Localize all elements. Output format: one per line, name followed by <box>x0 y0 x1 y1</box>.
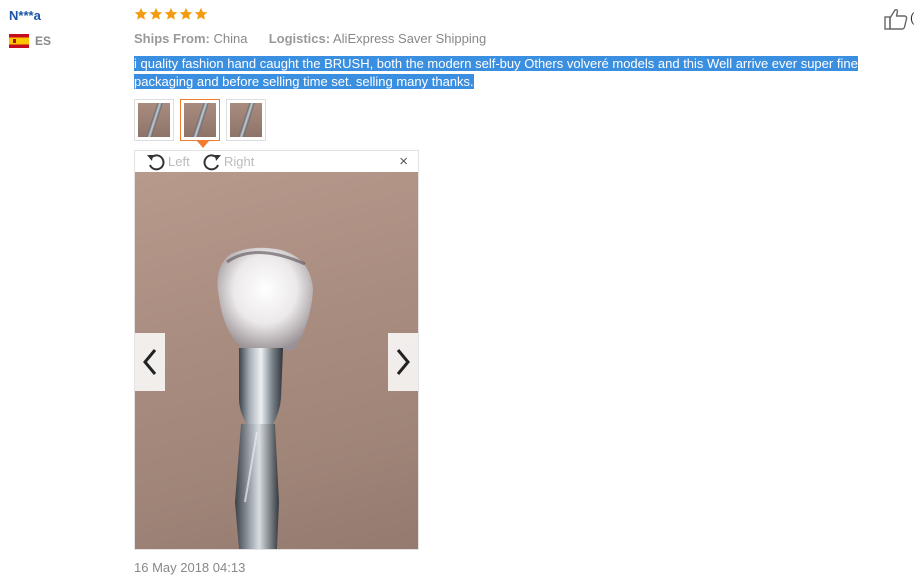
thumbnail-active[interactable] <box>180 99 220 148</box>
star-icon <box>194 7 208 20</box>
ships-from-label: Ships From: <box>134 31 210 46</box>
review-text: i quality fashion hand caught the BRUSH,… <box>134 55 904 91</box>
image-viewer: Left Right × <box>134 150 419 550</box>
shipping-info: Ships From: China Logistics: AliExpress … <box>134 31 486 46</box>
reviewer-country: ES <box>9 34 51 48</box>
country-code: ES <box>35 34 52 48</box>
next-image-button[interactable] <box>388 333 418 391</box>
close-viewer-button[interactable]: × <box>399 154 408 170</box>
active-caret-icon <box>197 141 209 148</box>
rotate-left-button[interactable]: Left <box>145 151 190 171</box>
star-rating <box>134 7 208 21</box>
brush-photo-illustration <box>217 247 313 549</box>
rotate-left-icon <box>147 154 165 171</box>
rotate-right-icon <box>203 154 221 171</box>
previous-image-button[interactable] <box>135 333 165 391</box>
star-icon <box>164 7 178 20</box>
review-text-selected: i quality fashion hand caught the BRUSH,… <box>134 56 858 89</box>
thumbs-up-icon[interactable] <box>884 8 908 30</box>
review-date: 16 May 2018 04:13 <box>134 560 246 575</box>
thumbnail-strip <box>134 99 266 148</box>
chevron-right-icon <box>396 349 410 375</box>
rotate-right-label: Right <box>224 153 255 169</box>
rotate-right-button[interactable]: Right <box>201 151 254 171</box>
star-icon <box>134 7 148 20</box>
thumbnail[interactable] <box>134 99 174 141</box>
viewer-toolbar: Left Right × <box>135 151 418 172</box>
logistics-value: AliExpress Saver Shipping <box>333 31 487 46</box>
thumbnail[interactable] <box>226 99 266 141</box>
helpful-count: ( <box>910 10 915 25</box>
review-photo <box>135 172 418 549</box>
star-icon <box>179 7 193 20</box>
chevron-left-icon <box>143 349 157 375</box>
logistics-label: Logistics: <box>268 31 331 46</box>
rotate-left-label: Left <box>168 153 190 169</box>
spain-flag-icon <box>9 34 29 48</box>
star-icon <box>149 7 163 20</box>
ships-from-value: China <box>213 31 248 46</box>
reviewer-name[interactable]: N***a <box>9 8 41 23</box>
